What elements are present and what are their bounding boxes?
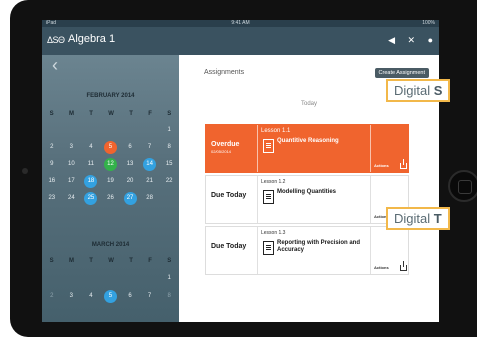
back-chevron-icon[interactable]: ‹ — [52, 55, 58, 76]
calendar-day[interactable]: 21 — [143, 175, 156, 188]
calendar-day[interactable]: 8 — [163, 290, 176, 303]
calendar-day[interactable]: 16 — [45, 175, 58, 188]
due-status: Due Today — [211, 192, 256, 199]
calendar-day-due[interactable]: 25 — [84, 192, 98, 205]
calendar-day[interactable]: 24 — [65, 192, 78, 205]
calendar-day[interactable]: 1 — [163, 272, 176, 285]
weekday-header: SMTWTFS — [49, 111, 172, 117]
clock-label: 9:41 AM — [231, 20, 250, 26]
document-icon — [263, 139, 274, 153]
calendar-day-due[interactable]: 18 — [84, 175, 98, 188]
lesson-number: Lesson 1.3 — [261, 230, 286, 236]
calendar-day-overdue[interactable]: 5 — [103, 141, 117, 154]
calendar-day[interactable]: 8 — [163, 141, 176, 154]
calendar-day[interactable]: 2 — [45, 141, 58, 154]
top-bar: ΔSΘ Algebra 1 ◀ ✕ ● — [42, 27, 439, 55]
lesson-cell[interactable]: Lesson 1.2 Modelling Quantities — [257, 176, 371, 223]
due-date: 02/05/2014 — [211, 149, 232, 154]
lesson-cell[interactable]: Lesson 1.3 Reporting with Precision and … — [257, 227, 371, 274]
tools-icon[interactable]: ✕ — [408, 35, 416, 46]
assignment-row[interactable]: Overdue 02/05/2014 Lesson 1.1 Quantitive… — [205, 124, 409, 173]
calendar-sidebar: ‹ FEBRUARY 2014 SMTWTFS 1 2345678 9 10 11 1… — [42, 55, 179, 322]
actions-cell[interactable]: Actions — [370, 227, 411, 274]
status-label: Overdue — [211, 141, 240, 148]
calendar-day-due[interactable]: 27 — [123, 192, 137, 205]
month-title: FEBRUARY 2014 — [86, 93, 135, 99]
lesson-cell[interactable]: Lesson 1.1 Quantitive Reasoning — [257, 125, 371, 172]
calendar-day-today[interactable]: 12 — [103, 158, 117, 171]
home-button[interactable] — [448, 170, 477, 202]
calendar-day[interactable]: 17 — [65, 175, 78, 188]
calendar-day-due[interactable]: 14 — [143, 158, 157, 171]
calendar-day[interactable]: 9 — [45, 158, 58, 171]
calendar-day[interactable]: 7 — [143, 290, 156, 303]
status-bar: iPad 9:41 AM 100% — [42, 20, 439, 27]
assignment-row[interactable]: Due Today Lesson 1.3 Reporting with Prec… — [205, 226, 409, 275]
month-title: MARCH 2014 — [91, 242, 130, 248]
assignment-list: Overdue 02/05/2014 Lesson 1.1 Quantitive… — [205, 124, 409, 277]
actions-cell[interactable]: Actions — [370, 125, 411, 172]
calendar-day[interactable]: 1 — [163, 124, 176, 137]
calendar-day[interactable]: 6 — [124, 141, 137, 154]
calendar-day[interactable]: 22 — [163, 175, 176, 188]
calendar-day[interactable]: 26 — [104, 192, 117, 205]
document-icon — [263, 241, 274, 255]
weekday-header: SMTWTFS — [49, 258, 172, 264]
calendar-day[interactable]: 20 — [124, 175, 137, 188]
calendar-week: 1 — [42, 272, 179, 285]
battery-label: 100% — [422, 20, 435, 26]
calendar-day[interactable]: 7 — [143, 141, 156, 154]
calendar-day[interactable]: 4 — [84, 290, 97, 303]
calendar-day[interactable]: 13 — [124, 158, 137, 171]
status-label: Due Today — [211, 243, 247, 250]
lesson-name: Quantitive Reasoning — [277, 138, 339, 144]
calendar-week: 2345678 — [42, 290, 179, 303]
calendar-day[interactable]: 6 — [124, 290, 137, 303]
actions-label: Actions — [374, 163, 389, 168]
calendar-day[interactable]: 23 — [45, 192, 58, 205]
due-status: Due Today — [211, 243, 256, 250]
calendar-week: 9 10 11 12 13 14 15 — [42, 158, 179, 171]
calendar-day[interactable]: 10 — [65, 158, 78, 171]
calendar-day[interactable]: 3 — [65, 290, 78, 303]
create-assignment-button[interactable]: Create Assignment — [374, 68, 429, 78]
page-title: Assignments — [204, 69, 245, 76]
lesson-name: Reporting with Precision and Accuracy — [277, 240, 361, 253]
course-title: Algebra 1 — [68, 33, 116, 45]
share-icon[interactable] — [400, 261, 407, 271]
lesson-name: Modelling Quantities — [277, 189, 337, 195]
lesson-number: Lesson 1.2 — [261, 179, 286, 185]
calendar-day[interactable]: 19 — [104, 175, 117, 188]
callout-digital-s: Digital S — [386, 79, 451, 102]
calendar-week: 23 24 25 26 27 28 — [42, 192, 179, 205]
calendar-day[interactable]: 3 — [65, 141, 78, 154]
calendar-day-due[interactable]: 5 — [103, 290, 117, 303]
calendar-day[interactable]: 4 — [84, 141, 97, 154]
user-icon[interactable]: ● — [428, 35, 433, 45]
share-icon[interactable] — [400, 159, 407, 169]
camera-dot — [22, 168, 28, 174]
calendar-week: 16 17 18 19 20 21 22 — [42, 175, 179, 188]
calendar-day[interactable]: 28 — [143, 192, 156, 205]
assignment-row[interactable]: Due Today Lesson 1.2 Modelling Quantitie… — [205, 175, 409, 224]
app-screen: iPad 9:41 AM 100% ΔSΘ Algebra 1 ◀ ✕ ● ‹ … — [42, 20, 439, 322]
lesson-number: Lesson 1.1 — [261, 128, 291, 134]
calendar-day[interactable]: 11 — [84, 158, 97, 171]
calendar-day[interactable]: 15 — [163, 158, 176, 171]
calendar-week: 1 — [42, 124, 179, 137]
calendar-day[interactable]: 2 — [45, 290, 58, 303]
calendar-week: 2345678 — [42, 141, 179, 154]
callout-digital-t: Digital T — [386, 207, 450, 230]
megaphone-icon[interactable]: ◀ — [388, 35, 395, 46]
actions-label: Actions — [374, 265, 389, 270]
document-icon — [263, 190, 274, 204]
app-logo: ΔSΘ — [47, 35, 65, 45]
status-label: Due Today — [211, 192, 247, 199]
due-status: Overdue 02/05/2014 — [211, 141, 256, 154]
